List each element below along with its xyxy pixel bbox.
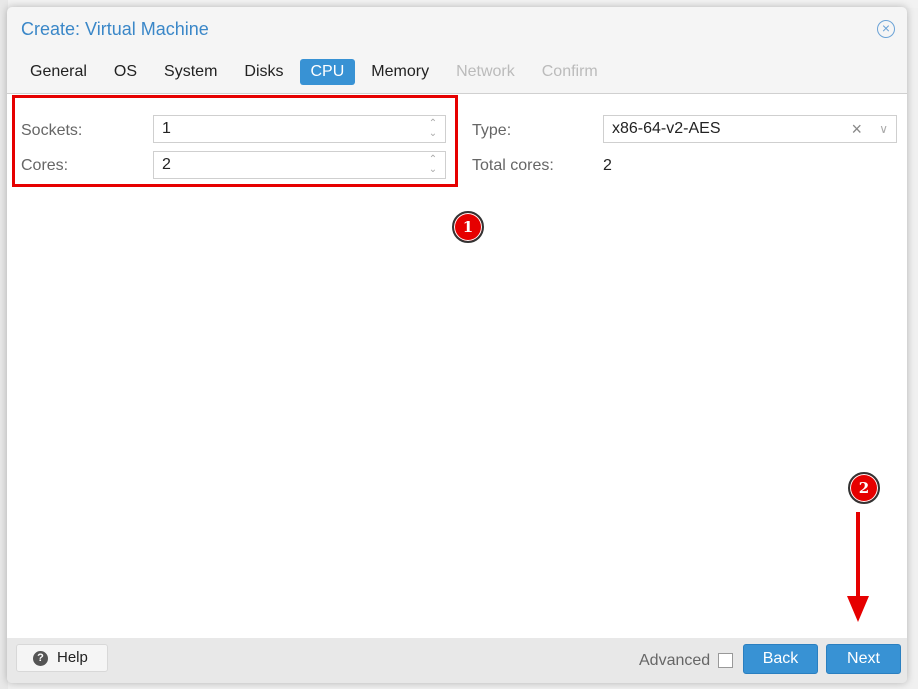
type-combobox[interactable]: x86-64-v2-AES × ∨ xyxy=(603,115,897,143)
total-cores-value: 2 xyxy=(603,157,612,174)
tab-confirm: Confirm xyxy=(541,63,598,80)
tab-cpu[interactable]: CPU xyxy=(299,59,356,85)
next-button[interactable]: Next xyxy=(826,644,901,674)
advanced-checkbox[interactable] xyxy=(718,653,733,668)
help-button[interactable]: ? Help xyxy=(16,644,108,672)
total-cores-label: Total cores: xyxy=(472,157,554,174)
tab-network: Network xyxy=(456,63,515,80)
tab-general[interactable]: General xyxy=(19,59,98,85)
tab-system[interactable]: System xyxy=(153,59,228,85)
create-vm-dialog: Create: Virtual Machine × General OS Sys… xyxy=(7,7,907,683)
cpu-panel: Sockets: 1 ⌃ ⌄ Cores: 2 ⌃ ⌄ Type: x86-64-v… xyxy=(7,93,907,639)
annotation-marker-1: 1 xyxy=(452,211,484,243)
tab-os[interactable]: OS xyxy=(103,59,148,85)
annotation-marker-2: 2 xyxy=(848,472,880,504)
dialog-title: Create: Virtual Machine xyxy=(21,19,209,39)
tab-memory[interactable]: Memory xyxy=(360,59,440,85)
annotation-arrow-head xyxy=(847,596,869,622)
tab-disks[interactable]: Disks xyxy=(233,59,294,85)
help-label: Help xyxy=(57,649,88,666)
highlight-box xyxy=(12,95,458,187)
wizard-tabs: General OS System Disks CPU Memory Netwo… xyxy=(19,59,614,85)
question-circle-icon: ? xyxy=(33,651,48,666)
type-label: Type: xyxy=(472,122,512,139)
back-button[interactable]: Back xyxy=(743,644,818,674)
annotation-arrow xyxy=(856,512,860,596)
clear-icon[interactable]: × xyxy=(851,116,862,142)
type-value: x86-64-v2-AES xyxy=(612,120,721,137)
advanced-label: Advanced xyxy=(639,652,711,669)
dialog-footer: ? Help Advanced Back Next xyxy=(7,638,907,683)
chevron-down-icon[interactable]: ∨ xyxy=(879,116,888,142)
close-icon[interactable]: × xyxy=(877,20,895,38)
